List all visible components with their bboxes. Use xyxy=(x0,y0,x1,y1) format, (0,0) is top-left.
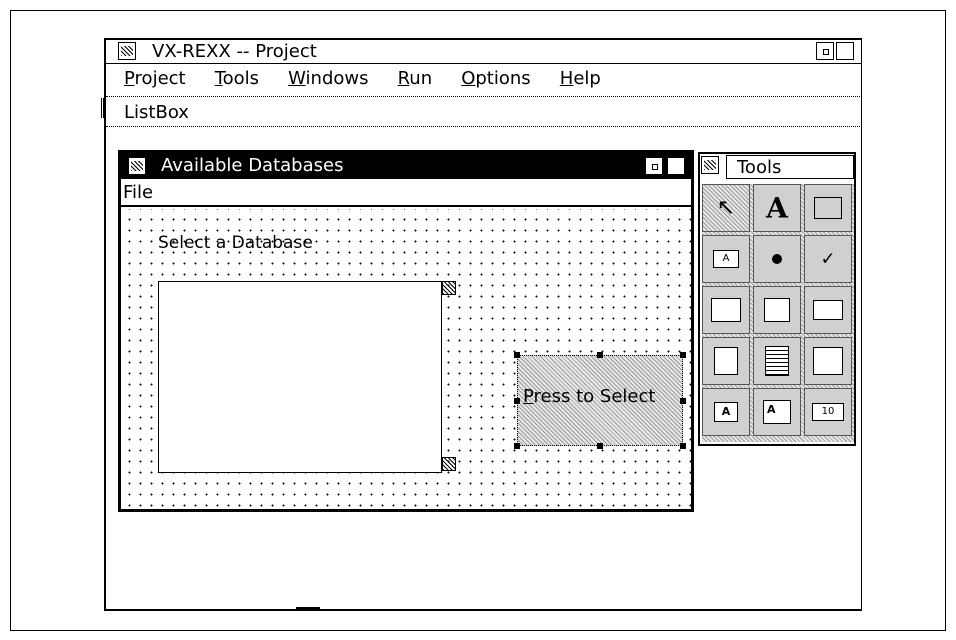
tools-title-box: Tools xyxy=(726,155,854,179)
status-text: ListBox xyxy=(124,102,189,123)
status-divider xyxy=(106,126,862,127)
adb-title: Available Databases xyxy=(161,155,344,176)
listbox-resize-top[interactable] xyxy=(442,281,456,295)
adb-maximize-button[interactable] xyxy=(667,157,685,175)
window-title: VX-REXX -- Project xyxy=(152,41,317,62)
menu-options[interactable]: Options xyxy=(461,68,530,89)
project-titlebar[interactable]: VX-REXX -- Project xyxy=(106,40,862,64)
picture-box-tool-icon[interactable] xyxy=(804,286,852,334)
minimize-button[interactable] xyxy=(816,42,834,60)
tools-title: Tools xyxy=(737,157,782,178)
menu-tools[interactable]: Tools xyxy=(215,68,259,89)
slider-tool-icon[interactable] xyxy=(702,337,750,385)
radio-button-tool-icon[interactable] xyxy=(753,235,801,283)
check-box-tool-icon[interactable]: ✓ xyxy=(804,235,852,283)
menu-windows[interactable]: Windows xyxy=(288,68,368,89)
tools-grid: ↖ A A ✓ A A 10 xyxy=(702,184,854,442)
menu-run[interactable]: Run xyxy=(398,68,433,89)
select-database-label[interactable]: Select a Database xyxy=(158,233,313,253)
picture-radio-tool-icon[interactable] xyxy=(753,286,801,334)
tools-system-menu-icon[interactable] xyxy=(701,156,719,174)
available-databases-window[interactable]: Available Databases File Select a Databa… xyxy=(118,150,694,512)
handle-bottom-left[interactable] xyxy=(514,443,520,449)
system-menu-icon[interactable] xyxy=(118,42,136,60)
handle-mid-left[interactable] xyxy=(514,398,520,404)
push-button-tool-icon[interactable]: A xyxy=(702,235,750,283)
bottom-edge-mark xyxy=(296,607,320,611)
handle-top-left[interactable] xyxy=(514,352,520,358)
press-to-select-label: Press to Select xyxy=(523,386,656,407)
handle-top-right[interactable] xyxy=(680,352,686,358)
tools-palette: Tools ↖ A A ✓ A A 10 xyxy=(698,152,856,446)
handle-top-mid[interactable] xyxy=(597,352,603,358)
press-to-select-button[interactable]: Press to Select xyxy=(517,355,683,446)
adb-system-menu-icon[interactable] xyxy=(128,157,146,175)
pointer-tool-icon[interactable]: ↖ xyxy=(702,184,750,232)
entry-field-tool-icon[interactable]: A xyxy=(702,388,750,436)
adb-menu-file[interactable]: File xyxy=(123,182,153,203)
group-box-tool-icon[interactable] xyxy=(804,184,852,232)
menu-help[interactable]: Help xyxy=(560,68,601,89)
combo-box-tool-icon[interactable] xyxy=(804,337,852,385)
menu-project[interactable]: Project xyxy=(124,68,186,89)
handle-mid-right[interactable] xyxy=(680,398,686,404)
database-listbox[interactable] xyxy=(158,281,442,473)
text-tool-icon[interactable]: A xyxy=(753,184,801,232)
list-box-tool-icon[interactable] xyxy=(753,337,801,385)
adb-menu-bar: File xyxy=(121,179,691,207)
handle-bottom-mid[interactable] xyxy=(597,443,603,449)
menu-divider xyxy=(106,96,862,97)
handle-bottom-right[interactable] xyxy=(680,443,686,449)
adb-minimize-button[interactable] xyxy=(645,157,663,175)
picture-button-tool-icon[interactable] xyxy=(702,286,750,334)
listbox-resize-bottom[interactable] xyxy=(442,457,456,471)
spin-button-tool-icon[interactable]: 10 xyxy=(804,388,852,436)
adb-titlebar[interactable]: Available Databases xyxy=(121,153,691,179)
multiline-tool-icon[interactable]: A xyxy=(753,388,801,436)
menu-bar: Project Tools Windows Run Options Help xyxy=(124,68,844,92)
maximize-button[interactable] xyxy=(836,42,854,60)
